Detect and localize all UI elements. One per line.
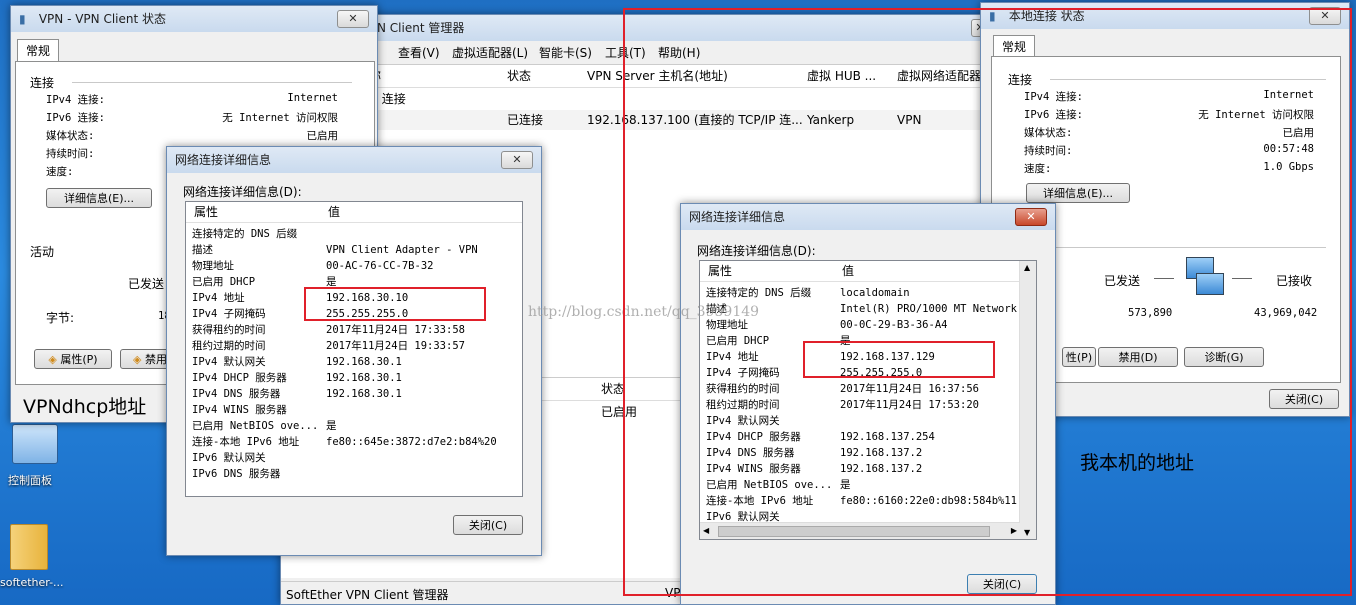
- highlight-vpn-ip: [304, 287, 486, 321]
- statusbar-text: SoftEther VPN Client 管理器: [286, 588, 449, 602]
- control-panel-label: 控制面板: [8, 474, 52, 487]
- details-heading: 网络连接详细信息(D):: [183, 185, 302, 199]
- vpn-status-titlebar[interactable]: ▮ VPN - VPN Client 状态 ✕: [11, 6, 377, 32]
- field-label: 持续时间:: [46, 148, 95, 160]
- vpn-details-titlebar[interactable]: 网络连接详细信息 ✕: [167, 147, 541, 173]
- field-row: IPv4 连接: Internet: [46, 92, 338, 110]
- network-icon: ▮: [19, 12, 26, 26]
- value-cell: 192.168.30.1: [326, 388, 402, 400]
- field-row: IPv6 连接: 无 Internet 访问权限: [46, 110, 338, 128]
- value-cell: VPN Client Adapter - VPN: [326, 244, 478, 256]
- details-list-header: 属性 值: [186, 202, 522, 223]
- property-cell: IPv4 地址: [192, 292, 245, 304]
- property-cell: 连接特定的 DNS 后缀: [192, 228, 298, 240]
- col-property[interactable]: 属性: [194, 202, 218, 222]
- property-cell: IPv4 DNS 服务器: [192, 388, 281, 400]
- vpn-details-dialog[interactable]: 网络连接详细信息 ✕ 网络连接详细信息(D): 属性 值 连接特定的 DNS 后…: [166, 146, 542, 556]
- value-cell: 00-AC-76-CC-7B-32: [326, 260, 434, 272]
- bytes-label: 字节:: [46, 311, 75, 325]
- details-button[interactable]: 详细信息(E)...: [46, 188, 152, 208]
- section-activity: 活动: [30, 245, 55, 259]
- col-status[interactable]: 状态: [507, 66, 531, 86]
- property-cell: 租约过期的时间: [192, 340, 266, 352]
- vpn-status-title: VPN - VPN Client 状态: [38, 12, 167, 26]
- list-item[interactable]: IPv4 WINS 服务器: [192, 402, 522, 418]
- value-cell: 192.168.30.1: [326, 356, 402, 368]
- highlight-local-ip: [803, 341, 995, 378]
- property-cell: 已启用 DHCP: [192, 276, 256, 288]
- shield-icon: ◈: [133, 353, 142, 366]
- close-button[interactable]: 关闭(C): [453, 515, 523, 535]
- manager-title: N Client 管理器: [377, 21, 465, 35]
- value-cell: 2017年11月24日 17:33:58: [326, 324, 465, 336]
- property-cell: IPv4 默认网关: [192, 356, 266, 368]
- property-cell: IPv6 DNS 服务器: [192, 468, 281, 480]
- vpn-details-list[interactable]: 属性 值 连接特定的 DNS 后缀 描述 VPN Client Adapter - …: [185, 201, 523, 497]
- property-cell: IPv4 子网掩码: [192, 308, 266, 320]
- sent-label: 已发送: [128, 277, 165, 291]
- folder-icon: [10, 524, 48, 570]
- list-item[interactable]: 已启用 NetBIOS ove... 是: [192, 418, 522, 434]
- menu-smart-card[interactable]: 智能卡(S): [539, 44, 592, 61]
- property-cell: IPv6 默认网关: [192, 452, 266, 464]
- list-item[interactable]: IPv6 默认网关: [192, 450, 522, 466]
- disable-label: 禁用: [144, 353, 167, 366]
- col-value[interactable]: 值: [328, 202, 340, 222]
- vpn-details-title: 网络连接详细信息: [175, 153, 272, 167]
- col-adapter-status[interactable]: 状态: [601, 379, 625, 399]
- property-cell: IPv4 DHCP 服务器: [192, 372, 287, 384]
- list-item[interactable]: IPv4 默认网关 192.168.30.1: [192, 354, 522, 370]
- control-panel-icon: [12, 424, 58, 464]
- menu-view[interactable]: 查看(V): [398, 44, 440, 61]
- list-item[interactable]: 连接-本地 IPv6 地址 fe80::645e:3872:d7e2:b84%20: [192, 434, 522, 450]
- properties-label: 属性(P): [60, 353, 98, 366]
- highlight-large: [623, 8, 1352, 596]
- shield-icon: ◈: [48, 353, 57, 366]
- local-annotation: 我本机的地址: [1080, 452, 1195, 474]
- tab-general[interactable]: 常规: [17, 39, 60, 61]
- list-item[interactable]: 物理地址 00-AC-76-CC-7B-32: [192, 258, 522, 274]
- property-cell: 连接-本地 IPv6 地址: [192, 436, 300, 448]
- field-label: 速度:: [46, 166, 74, 178]
- softether-label: softether-...: [0, 576, 64, 589]
- field-label: IPv4 连接:: [46, 94, 105, 106]
- value-cell: 2017年11月24日 19:33:57: [326, 340, 465, 352]
- softether-desktop-icon[interactable]: softether-...: [0, 520, 72, 594]
- field-value: Internet: [287, 92, 338, 104]
- list-item[interactable]: 获得租约的时间 2017年11月24日 17:33:58: [192, 322, 522, 338]
- property-cell: 已启用 NetBIOS ove...: [192, 420, 319, 432]
- property-cell: 获得租约的时间: [192, 324, 266, 336]
- value-cell: fe80::645e:3872:d7e2:b84%20: [326, 436, 497, 448]
- list-item[interactable]: 租约过期的时间 2017年11月24日 19:33:57: [192, 338, 522, 354]
- field-value: 已启用: [306, 130, 339, 142]
- vpn-annotation: VPNdhcp地址: [23, 396, 147, 418]
- menu-virtual-adapter[interactable]: 虚拟适配器(L): [452, 44, 528, 61]
- list-item[interactable]: IPv4 DHCP 服务器 192.168.30.1: [192, 370, 522, 386]
- field-row: 媒体状态: 已启用: [46, 128, 338, 146]
- field-value: 无 Internet 访问权限: [222, 112, 338, 124]
- property-cell: IPv4 WINS 服务器: [192, 404, 287, 416]
- property-cell: 描述: [192, 244, 213, 256]
- close-icon[interactable]: ✕: [501, 151, 533, 169]
- property-cell: 物理地址: [192, 260, 234, 272]
- properties-button[interactable]: ◈ 属性(P): [34, 349, 112, 369]
- value-cell: 192.168.30.1: [326, 372, 402, 384]
- control-panel-desktop-icon[interactable]: 控制面板: [4, 424, 66, 488]
- field-label: IPv6 连接:: [46, 112, 105, 124]
- list-item[interactable]: IPv4 DNS 服务器 192.168.30.1: [192, 386, 522, 402]
- section-connect: 连接: [30, 76, 55, 90]
- vpn-details-rows: 连接特定的 DNS 后缀 描述 VPN Client Adapter - VPN 物理…: [186, 226, 522, 496]
- field-label: 媒体状态:: [46, 130, 95, 142]
- list-item[interactable]: 描述 VPN Client Adapter - VPN: [192, 242, 522, 258]
- list-item[interactable]: 连接特定的 DNS 后缀: [192, 226, 522, 242]
- list-item[interactable]: IPv6 DNS 服务器: [192, 466, 522, 482]
- close-icon[interactable]: ✕: [337, 10, 369, 28]
- value-cell: 是: [326, 420, 337, 432]
